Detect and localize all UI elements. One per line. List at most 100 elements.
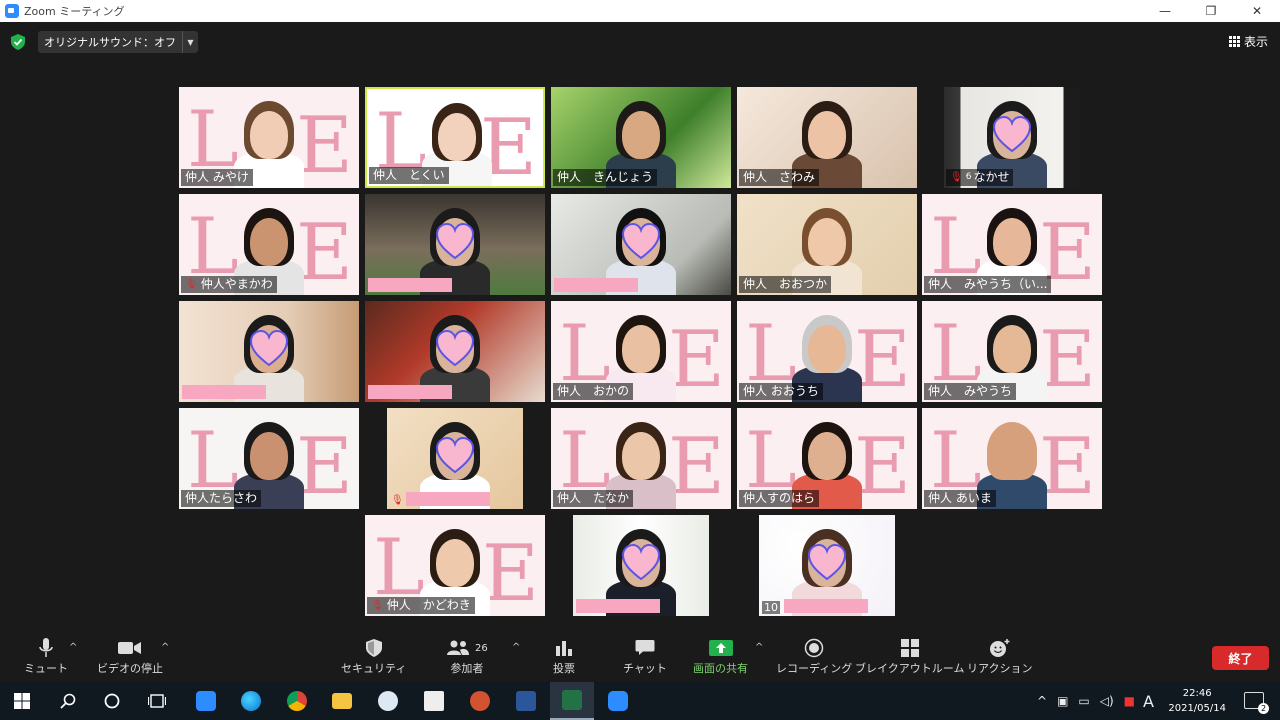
tray-expand-chevron-icon[interactable]: ^: [1037, 694, 1047, 708]
share-options-chevron-icon[interactable]: ^: [755, 642, 763, 653]
end-meeting-button[interactable]: 終了: [1212, 646, 1269, 670]
grid-icon: [1228, 36, 1240, 47]
mute-button[interactable]: ミュート: [24, 636, 68, 676]
windows-start-icon[interactable]: [0, 682, 44, 720]
backdrop-letter-l: L: [559, 309, 611, 399]
stop-video-button[interactable]: ビデオの停止: [97, 636, 163, 676]
zoom-logo-icon: [5, 4, 19, 18]
share-screen-button[interactable]: 画面の共有: [693, 636, 748, 676]
edge-browser-icon[interactable]: [229, 682, 273, 720]
participant-video-tile[interactable]: L E 仲人 おおうち: [737, 301, 917, 402]
participant-video-tile[interactable]: [365, 301, 545, 402]
app-blue-icon[interactable]: [184, 682, 228, 720]
participant-video-tile[interactable]: L E 仲人 みやけ: [179, 87, 359, 188]
cortana-icon[interactable]: [90, 682, 134, 720]
volume-icon[interactable]: ◁): [1100, 694, 1114, 708]
participant-video-tile[interactable]: 仲人 きんじょう: [551, 87, 731, 188]
participant-video-tile[interactable]: [573, 515, 709, 616]
participant-video-tile[interactable]: 🎙 6 なかせ: [944, 87, 1080, 188]
close-button[interactable]: ✕: [1234, 0, 1280, 22]
search-icon[interactable]: [46, 682, 90, 720]
chrome-browser-icon[interactable]: [275, 682, 319, 720]
participant-name: 仲人 みやうち（い...: [928, 277, 1048, 291]
participant-name: 仲人たらさわ: [185, 491, 258, 505]
view-label: 表示: [1243, 35, 1268, 49]
backdrop-letter-l: L: [930, 309, 982, 399]
ime-indicator[interactable]: A: [1143, 692, 1154, 711]
participant-name-label: 仲人 みやけ: [181, 169, 253, 186]
participant-video-tile[interactable]: 仲人 おおつか: [737, 194, 917, 295]
participant-video-tile[interactable]: L E 仲人 みやうち（い...: [922, 194, 1102, 295]
participant-name: 仲人 さわみ: [743, 170, 816, 184]
audio-options-chevron-icon[interactable]: ^: [69, 642, 77, 653]
participant-name-label: 仲人すのはら: [739, 490, 820, 507]
participant-face: [438, 113, 476, 161]
participant-video-tile[interactable]: L E 🎙 仲人 かどわき: [365, 515, 545, 616]
breakout-rooms-icon: [900, 636, 919, 660]
participant-video-tile[interactable]: L E 仲人 みやうち: [922, 301, 1102, 402]
participant-video-tile[interactable]: L E 🎙 仲人やまかわ: [179, 194, 359, 295]
participant-video-tile[interactable]: 10: [759, 515, 895, 616]
chat-bubble-icon: [635, 636, 655, 660]
backdrop-letter-l: L: [559, 416, 611, 506]
info-app-icon[interactable]: [366, 682, 410, 720]
participant-video-tile[interactable]: 🎙: [387, 408, 523, 509]
store-icon[interactable]: [412, 682, 456, 720]
participant-name-label: 仲人 とくい: [369, 167, 449, 184]
backdrop-letter-l: L: [187, 202, 239, 292]
window-controls: — ❐ ✕: [1142, 0, 1280, 22]
restore-button[interactable]: ❐: [1188, 0, 1234, 22]
clock-date: 2021/05/14: [1168, 703, 1226, 714]
backdrop-letter-l: L: [745, 416, 797, 506]
tray-app-icon[interactable]: ▣: [1057, 694, 1068, 708]
chevron-down-icon[interactable]: ▼: [182, 31, 198, 53]
participant-video-tile[interactable]: L E 仲人 あいま: [922, 408, 1102, 509]
video-options-chevron-icon[interactable]: ^: [161, 642, 169, 653]
polls-button[interactable]: 投票: [553, 636, 575, 676]
participant-name: 仲人やまかわ: [200, 277, 273, 291]
record-button[interactable]: レコーディング: [776, 636, 852, 676]
backdrop-letter-e: E: [854, 422, 911, 509]
security-label: セキュリティ: [341, 662, 407, 675]
task-view-icon[interactable]: [135, 682, 179, 720]
participant-name: 仲人 かどわき: [386, 598, 471, 612]
participant-face: [993, 325, 1031, 373]
zoom-taskbar-icon[interactable]: [596, 682, 640, 720]
participant-video-tile[interactable]: [365, 194, 545, 295]
battery-icon[interactable]: ▭: [1078, 694, 1089, 708]
participant-name: 仲人 おおうち: [743, 384, 819, 398]
notification-center-icon[interactable]: 2: [1244, 692, 1269, 714]
system-clock[interactable]: 22:46 2021/05/14: [1168, 686, 1226, 716]
backdrop-letter-e: E: [482, 529, 539, 616]
powerpoint-icon[interactable]: [458, 682, 502, 720]
breakout-rooms-button[interactable]: ブレイクアウトルーム: [855, 636, 964, 676]
participant-video-tile[interactable]: L E 仲人すのはら: [737, 408, 917, 509]
original-sound-toggle[interactable]: オリジナルサウンド：オフ ▼: [38, 31, 198, 53]
smiley-plus-icon: [989, 636, 1011, 660]
record-label: レコーディング: [776, 662, 853, 675]
notification-count: 2: [1258, 703, 1269, 714]
minimize-button[interactable]: —: [1142, 0, 1188, 22]
participants-chevron-icon[interactable]: ^: [512, 642, 520, 653]
excel-icon[interactable]: [550, 682, 594, 720]
backdrop-letter-e: E: [668, 315, 725, 402]
word-icon[interactable]: [504, 682, 548, 720]
participant-video-tile[interactable]: L E 仲人 とくい: [365, 87, 545, 188]
encryption-shield-icon[interactable]: [11, 34, 25, 50]
file-explorer-icon[interactable]: [320, 682, 364, 720]
chat-button[interactable]: チャット: [623, 636, 667, 676]
security-button[interactable]: セキュリティ: [341, 636, 406, 676]
participant-video-tile[interactable]: L E 仲人 おかの: [551, 301, 731, 402]
reactions-button[interactable]: リアクション: [967, 636, 1032, 676]
participant-video-tile[interactable]: 仲人 さわみ: [737, 87, 917, 188]
gift-icon[interactable]: ■: [1124, 694, 1135, 708]
muted-microphone-icon: 🎙: [185, 279, 198, 290]
participants-button[interactable]: 26 参加者: [446, 636, 488, 676]
participant-video-tile[interactable]: L E 仲人たらさわ: [179, 408, 359, 509]
meeting-controls: ミュート ^ ビデオの停止 ^ セキュリティ 26 参加者 ^ 投票 チャット: [0, 632, 1280, 682]
participant-video-tile[interactable]: [551, 194, 731, 295]
participant-video-tile[interactable]: [179, 301, 359, 402]
participant-video-tile[interactable]: L E 仲人 たなか: [551, 408, 731, 509]
heart-sticker-icon: [992, 115, 1032, 155]
view-button[interactable]: 表示: [1228, 33, 1268, 50]
